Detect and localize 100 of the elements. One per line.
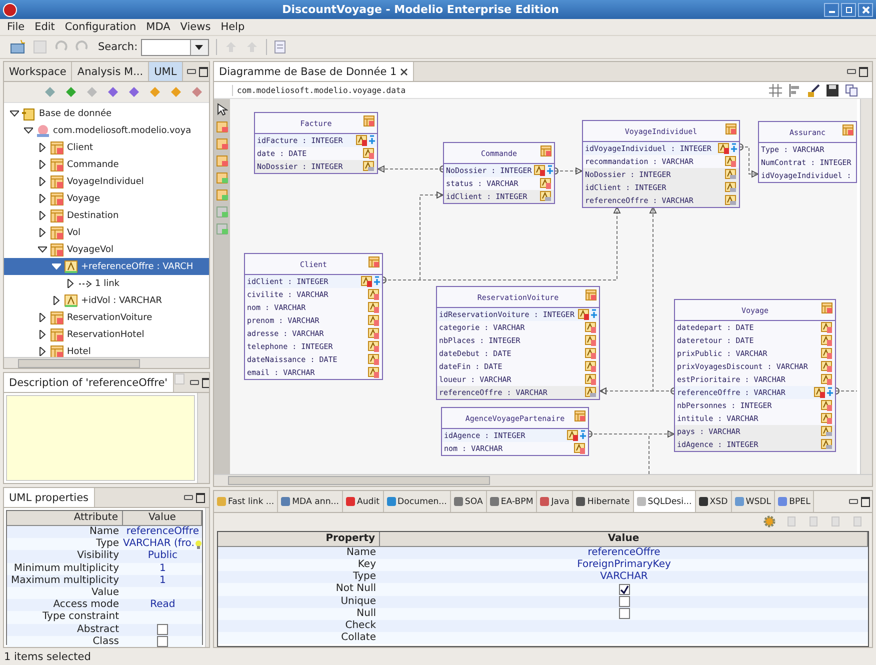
property-value[interactable]: ForeignPrimaryKey <box>577 559 671 572</box>
menu-item[interactable]: Views <box>175 21 216 33</box>
expand-arrow-icon[interactable] <box>38 228 47 237</box>
tree-item[interactable]: VoyageIndividuel <box>4 173 209 190</box>
save-icon[interactable] <box>826 84 839 96</box>
tree-item[interactable]: ReservationVoiture <box>4 309 209 326</box>
pointer-icon[interactable] <box>216 103 228 116</box>
column-header[interactable]: Attribute <box>7 511 123 525</box>
column-header[interactable]: Value <box>380 532 868 546</box>
attribute-value[interactable]: referenceOffre <box>126 526 199 538</box>
diagram-canvas[interactable] <box>230 99 857 474</box>
attribute-value[interactable]: 1 <box>160 574 166 587</box>
grid-icon[interactable] <box>769 84 782 96</box>
horizontal-scrollbar[interactable] <box>214 474 872 486</box>
vertical-scrollbar[interactable] <box>197 393 209 483</box>
view-tab[interactable]: Fast link ... <box>214 491 278 512</box>
expand-arrow-icon[interactable] <box>38 245 47 254</box>
attribute-name: Type constraint <box>41 611 120 624</box>
expand-arrow-icon[interactable] <box>38 211 47 220</box>
expand-arrow-icon[interactable] <box>66 279 75 288</box>
tree-item[interactable]: Vol <box>4 224 209 241</box>
gear-icon[interactable] <box>763 515 776 528</box>
view-tab[interactable]: Java <box>537 491 574 512</box>
expand-arrow-icon[interactable] <box>38 194 47 203</box>
search-field[interactable] <box>140 38 209 56</box>
maximize-button[interactable] <box>841 2 856 16</box>
view-tab[interactable]: Workspace <box>4 62 72 81</box>
property-value[interactable]: referenceOffre <box>588 546 660 559</box>
horizontal-scrollbar[interactable] <box>4 357 209 368</box>
expand-arrow-icon[interactable] <box>38 177 47 186</box>
view-tab[interactable]: Analysis M... <box>72 62 150 81</box>
table-node[interactable] <box>674 299 836 452</box>
navigation-icon[interactable] <box>65 86 77 98</box>
minimize-button[interactable] <box>824 2 839 16</box>
view-tab[interactable]: UML <box>149 62 183 81</box>
connector-line[interactable] <box>420 191 444 280</box>
vertical-scrollbar[interactable] <box>860 99 872 474</box>
checkbox[interactable] <box>618 584 630 596</box>
view-tab[interactable]: Hibernate <box>573 491 634 512</box>
checkbox[interactable] <box>157 636 168 647</box>
lightbulb-icon[interactable] <box>195 540 202 549</box>
view-tab[interactable]: BPEL <box>775 491 814 512</box>
attribute-value[interactable]: Public <box>148 550 178 562</box>
align-icon[interactable] <box>788 84 801 96</box>
tree-item[interactable]: Client <box>4 139 209 156</box>
tree-item[interactable]: Destination <box>4 207 209 224</box>
menu-item[interactable]: Help <box>216 21 250 33</box>
view-tab[interactable]: SQLDesi... <box>634 491 696 512</box>
close-icon[interactable] <box>400 68 408 76</box>
view-tab[interactable]: MDA ann... <box>278 491 343 512</box>
tree-item[interactable]: ReservationHotel <box>4 326 209 343</box>
navigation-icon[interactable] <box>128 86 140 98</box>
new-project-icon[interactable] <box>10 40 26 54</box>
menu-item[interactable]: Configuration <box>60 21 142 33</box>
expand-arrow-icon[interactable] <box>52 296 61 305</box>
checkbox[interactable] <box>157 624 168 636</box>
connector-line[interactable] <box>598 387 654 395</box>
checkbox[interactable] <box>618 608 630 620</box>
menu-item[interactable]: MDA <box>141 21 176 33</box>
tree-item[interactable]: VoyageVol <box>4 241 209 258</box>
view-tab[interactable]: Audit <box>342 491 384 512</box>
tree-item[interactable]: 1 link <box>4 275 209 292</box>
expand-arrow-icon[interactable] <box>38 347 47 356</box>
expand-arrow-icon[interactable] <box>38 330 47 339</box>
expand-arrow-icon[interactable] <box>38 160 47 169</box>
column-header[interactable]: Value <box>123 511 202 525</box>
expand-arrow-icon[interactable] <box>24 126 33 135</box>
attribute-value[interactable]: 1 <box>160 562 166 575</box>
view-tab[interactable]: XSD <box>696 491 732 512</box>
navigation-icon[interactable] <box>191 86 203 98</box>
tree-item[interactable]: Base de donnée <box>4 105 209 122</box>
menu-item[interactable]: File <box>2 21 30 33</box>
tree-item[interactable]: com.modeliosoft.modelio.voya <box>4 122 209 139</box>
copy-icon[interactable] <box>845 84 858 96</box>
checkbox[interactable] <box>618 596 630 608</box>
attribute-value[interactable]: VARCHAR (fro. <box>123 538 194 550</box>
view-tab[interactable]: Documen... <box>384 491 451 512</box>
status-text: 1 items selected <box>4 650 91 662</box>
description-field[interactable] <box>6 395 195 481</box>
attribute-value[interactable]: Read <box>150 599 176 612</box>
column-header[interactable]: Property <box>218 532 380 546</box>
expand-arrow-icon[interactable] <box>10 109 19 118</box>
connector-line[interactable] <box>648 436 650 474</box>
document-icon[interactable] <box>274 40 286 54</box>
menu-item[interactable]: Edit <box>30 21 60 33</box>
tree-item[interactable]: Voyage <box>4 190 209 207</box>
view-tab[interactable]: EA-BPM <box>486 491 538 512</box>
expand-arrow-icon[interactable] <box>38 313 47 322</box>
navigation-icon[interactable] <box>107 86 119 98</box>
property-value[interactable]: VARCHAR <box>600 571 648 584</box>
view-tab[interactable]: SOA <box>450 491 487 512</box>
view-tab[interactable]: WSDL <box>732 491 776 512</box>
expand-arrow-icon[interactable] <box>38 143 47 152</box>
editor-tab[interactable]: Diagramme de Base de Donnée 1 <box>214 62 414 81</box>
tree-item[interactable]: +idVol : VARCHAR <box>4 292 209 309</box>
close-button[interactable] <box>858 2 873 16</box>
breadcrumb-path[interactable]: com.modeliosoft.modelio.voyage.data <box>232 84 410 96</box>
tree-item[interactable]: Commande <box>4 156 209 173</box>
brush-icon[interactable] <box>807 84 820 96</box>
tree-item[interactable]: +referenceOffre : VARCH <box>4 258 209 275</box>
